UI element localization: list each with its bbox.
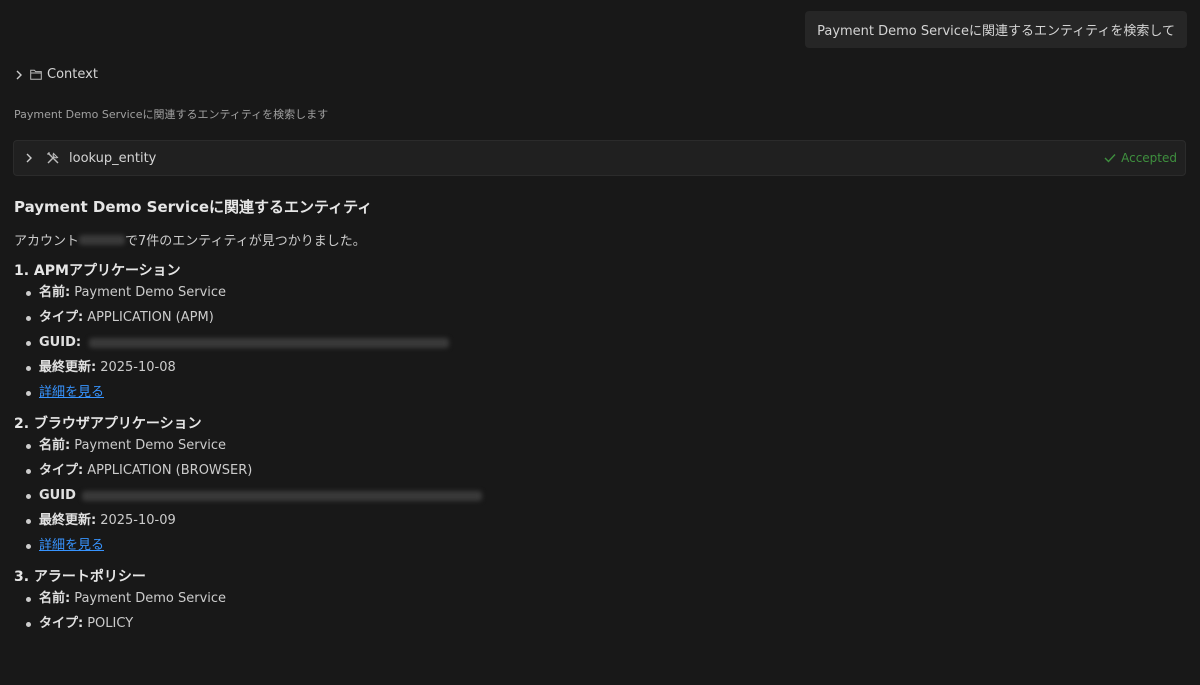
section-list-browser: 名前: Payment Demo Service タイプ: APPLICATION … bbox=[14, 433, 1186, 558]
intro-suffix: で7件のエンティティが見つかりました。 bbox=[125, 234, 366, 249]
context-toggle[interactable]: Context bbox=[14, 67, 98, 82]
list-item: GUID bbox=[14, 483, 1186, 508]
chevron-right-icon[interactable] bbox=[24, 153, 34, 163]
accepted-badge: Accepted bbox=[1104, 151, 1177, 165]
list-item: タイプ: APPLICATION (APM) bbox=[14, 305, 1186, 330]
scroll-fade bbox=[0, 655, 1200, 685]
list-item: 最終更新: 2025-10-09 bbox=[14, 508, 1186, 533]
list-item: 詳細を見る bbox=[14, 533, 1186, 558]
section-list-apm: 名前: Payment Demo Service タイプ: APPLICATION … bbox=[14, 280, 1186, 405]
context-label: Context bbox=[47, 67, 98, 82]
tool-name: lookup_entity bbox=[69, 150, 157, 166]
section-title-policy: 3. アラートポリシー bbox=[14, 569, 146, 585]
folder-icon bbox=[30, 69, 42, 80]
chevron-right-icon bbox=[16, 70, 22, 79]
user-message-text: Payment Demo Serviceに関連するエンティティを検索して bbox=[817, 24, 1175, 39]
list-item: タイプ: APPLICATION (BROWSER) bbox=[14, 458, 1186, 483]
details-link[interactable]: 詳細を見る bbox=[39, 380, 104, 405]
section-list-policy: 名前: Payment Demo Service タイプ: POLICY bbox=[14, 586, 1186, 636]
status-text: Payment Demo Serviceに関連するエンティティを検索します bbox=[14, 108, 329, 121]
redacted-guid bbox=[89, 337, 450, 348]
list-item: 名前: Payment Demo Service bbox=[14, 586, 1186, 611]
accepted-label: Accepted bbox=[1121, 151, 1177, 165]
list-item: GUID: bbox=[14, 330, 1186, 355]
user-message-bubble: Payment Demo Serviceに関連するエンティティを検索して bbox=[805, 11, 1187, 48]
section-title-apm: 1. APMアプリケーション bbox=[14, 263, 181, 279]
list-item: 名前: Payment Demo Service bbox=[14, 433, 1186, 458]
list-item: 詳細を見る bbox=[14, 380, 1186, 405]
list-item: 最終更新: 2025-10-08 bbox=[14, 355, 1186, 380]
tool-call-card: lookup_entity Accepted bbox=[13, 140, 1186, 176]
assistant-response: Payment Demo Serviceに関連するエンティティ アカウント で7… bbox=[14, 196, 1186, 636]
response-intro: アカウント で7件のエンティティが見つかりました。 bbox=[14, 230, 1186, 249]
chat-panel: Payment Demo Serviceに関連するエンティティを検索して Con… bbox=[0, 0, 1200, 685]
intro-prefix: アカウント bbox=[14, 234, 80, 249]
check-icon bbox=[1104, 154, 1116, 163]
section-title-browser: 2. ブラウザアプリケーション bbox=[14, 416, 202, 432]
redacted-guid bbox=[81, 490, 482, 501]
response-heading: Payment Demo Serviceに関連するエンティティ bbox=[14, 198, 373, 216]
tools-icon bbox=[47, 152, 59, 164]
list-item: 名前: Payment Demo Service bbox=[14, 280, 1186, 305]
list-item: タイプ: POLICY bbox=[14, 611, 1186, 636]
redacted-account-id bbox=[79, 234, 126, 245]
details-link[interactable]: 詳細を見る bbox=[39, 533, 104, 558]
